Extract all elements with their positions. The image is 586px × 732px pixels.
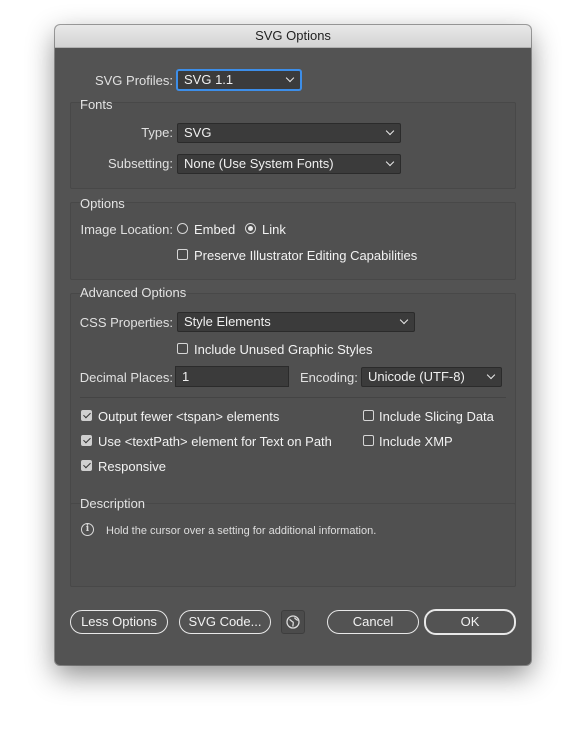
svg-code-button[interactable]: SVG Code... (179, 610, 271, 634)
link-radio[interactable] (245, 223, 256, 234)
description-section (70, 503, 516, 587)
preserve-editing-checkbox[interactable] (177, 249, 188, 260)
encoding-value: Unicode (UTF-8) (368, 369, 465, 384)
responsive-checkbox[interactable] (81, 460, 92, 471)
chevron-down-icon (486, 370, 496, 380)
css-properties-value: Style Elements (184, 314, 271, 329)
fonts-section (70, 102, 516, 189)
subsetting-dropdown[interactable]: None (Use System Fonts) (177, 154, 401, 174)
dialog-title: SVG Options (55, 25, 531, 48)
textpath-label[interactable]: Use <textPath> element for Text on Path (98, 434, 332, 450)
slicing-data-label[interactable]: Include Slicing Data (379, 409, 494, 425)
info-icon: i (81, 523, 94, 536)
decimal-places-label: Decimal Places: (79, 370, 173, 385)
link-label[interactable]: Link (262, 222, 286, 238)
font-type-label: Type: (141, 125, 173, 140)
svg-profiles-label: SVG Profiles: (94, 73, 173, 88)
description-title: Description (80, 496, 146, 511)
slicing-data-checkbox[interactable] (363, 410, 374, 421)
include-xmp-checkbox[interactable] (363, 435, 374, 446)
options-section-title: Options (80, 196, 125, 211)
embed-label[interactable]: Embed (194, 222, 235, 238)
font-type-dropdown[interactable]: SVG (177, 123, 401, 143)
unused-styles-checkbox[interactable] (177, 343, 188, 354)
chevron-down-icon (385, 126, 395, 136)
fewer-tspan-checkbox[interactable] (81, 410, 92, 421)
advanced-section-title: Advanced Options (80, 285, 187, 300)
cancel-button[interactable]: Cancel (327, 610, 419, 634)
preserve-editing-label[interactable]: Preserve Illustrator Editing Capabilitie… (194, 248, 417, 264)
textpath-checkbox[interactable] (81, 435, 92, 446)
chevron-down-icon (399, 315, 409, 325)
chevron-down-icon (385, 157, 395, 167)
less-options-button[interactable]: Less Options (70, 610, 168, 634)
svg-profiles-dropdown[interactable]: SVG 1.1 (177, 70, 301, 90)
subsetting-value: None (Use System Fonts) (184, 156, 334, 171)
image-location-label: Image Location: (80, 222, 173, 237)
options-section (70, 202, 516, 280)
fonts-section-title-overlay: Fonts (80, 97, 113, 112)
description-text: Hold the cursor over a setting for addit… (106, 525, 377, 537)
chevron-down-icon (285, 73, 295, 83)
fewer-tspan-label[interactable]: Output fewer <tspan> elements (98, 409, 279, 425)
subsetting-label: Subsetting: (107, 156, 173, 171)
advanced-divider (80, 397, 506, 398)
unused-styles-label[interactable]: Include Unused Graphic Styles (194, 342, 372, 358)
responsive-label[interactable]: Responsive (98, 459, 166, 475)
decimal-places-input[interactable]: 1 (175, 366, 289, 387)
include-xmp-label[interactable]: Include XMP (379, 434, 453, 450)
css-properties-label: CSS Properties: (79, 315, 173, 330)
font-type-value: SVG (184, 125, 212, 140)
web-preview-button[interactable] (281, 610, 305, 634)
svg-profiles-value: SVG 1.1 (184, 72, 234, 87)
globe-icon (286, 615, 300, 629)
ok-button[interactable]: OK (424, 609, 516, 635)
svg-options-dialog: SVG Options SVG Profiles: SVG 1.1 Fonts … (55, 25, 531, 665)
encoding-dropdown[interactable]: Unicode (UTF-8) (361, 367, 502, 387)
encoding-label: Encoding: (300, 370, 358, 385)
embed-radio[interactable] (177, 223, 188, 234)
css-properties-dropdown[interactable]: Style Elements (177, 312, 415, 332)
